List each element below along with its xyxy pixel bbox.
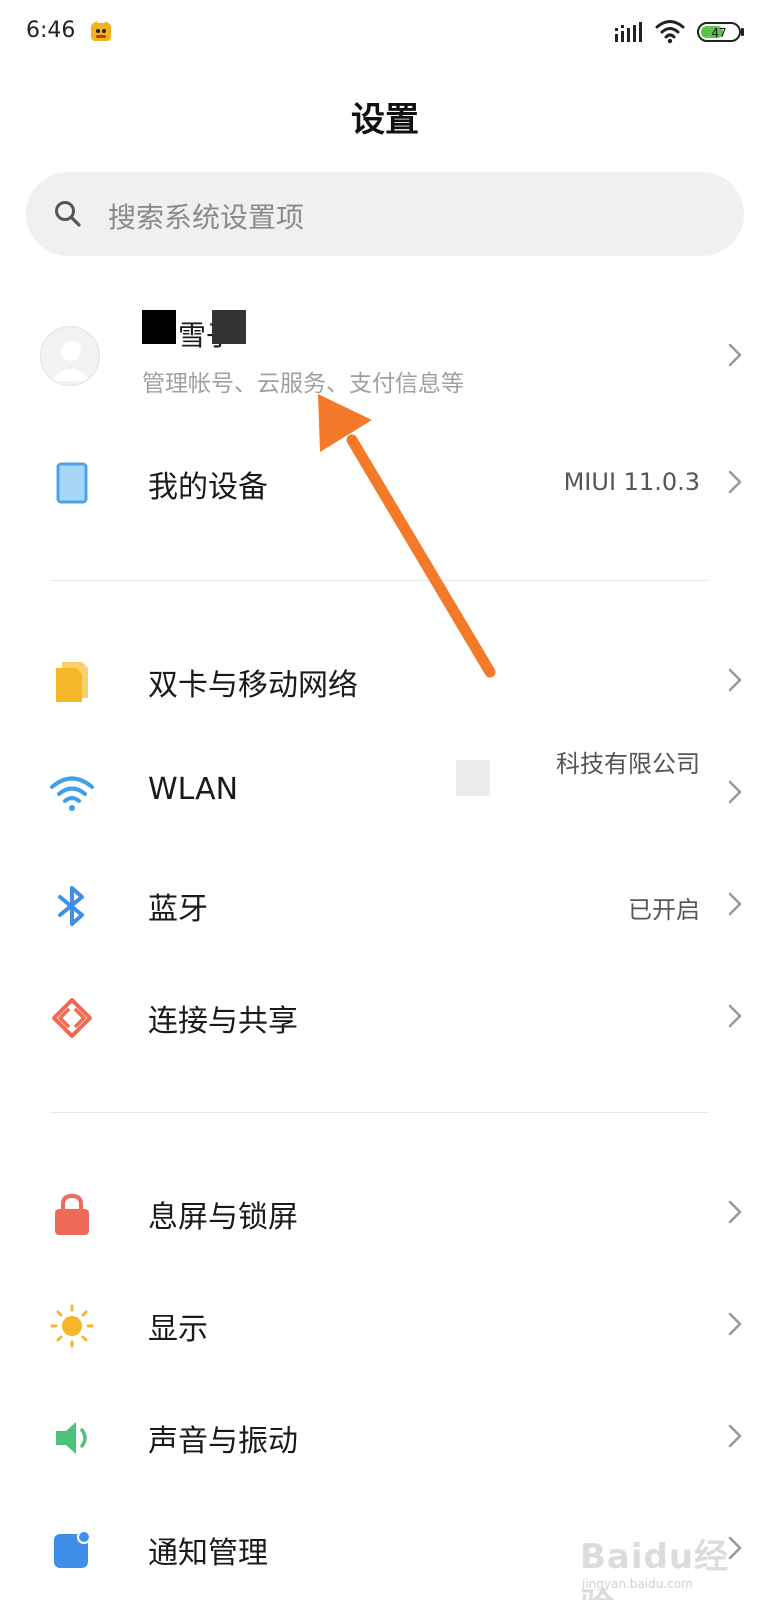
settings-item-label: 通知管理 (148, 1536, 268, 1571)
search-placeholder: 搜索系统设置项 (108, 201, 305, 234)
settings-item-label: WLAN (148, 772, 239, 807)
settings-item-label: 连接与共享 (148, 1004, 298, 1039)
settings-item-sound[interactable]: 声音与振动 (0, 1380, 770, 1492)
wifi-icon (655, 18, 685, 44)
lock-icon (50, 1192, 94, 1236)
redaction-block (212, 310, 246, 344)
signal-icon (614, 20, 646, 44)
settings-item-bluetooth[interactable]: 蓝牙 已开启 (0, 848, 770, 960)
watermark-url: jingyan.baidu.com (582, 1577, 693, 1591)
section-divider (50, 1112, 708, 1113)
settings-item-value: 已开启 (628, 896, 700, 924)
chevron-right-icon (726, 468, 744, 496)
settings-item-label: 息屏与锁屏 (148, 1200, 298, 1235)
redaction-block (456, 760, 490, 796)
settings-item-lock-screen[interactable]: 息屏与锁屏 (0, 1156, 770, 1268)
bluetooth-icon (50, 884, 94, 928)
settings-item-display[interactable]: 显示 (0, 1268, 770, 1380)
chevron-right-icon (726, 341, 744, 369)
account-name: 雪子 (142, 310, 252, 352)
settings-item-label: 我的设备 (148, 470, 268, 505)
avatar-icon (40, 326, 100, 386)
settings-item-my-device[interactable]: 我的设备 MIUI 11.0.3 (0, 426, 770, 538)
chevron-right-icon (726, 778, 744, 806)
battery-icon: 47 (697, 22, 745, 42)
section-divider (50, 580, 708, 581)
search-icon (52, 198, 84, 230)
status-bar: 6:46 47 (0, 0, 770, 64)
chevron-right-icon (726, 1422, 744, 1450)
share-icon (50, 996, 94, 1040)
search-input[interactable]: 搜索系统设置项 (26, 172, 744, 256)
battery-level: 47 (711, 26, 726, 40)
watermark: Baidu经验 jingyan.baidu.com (580, 1505, 760, 1600)
settings-item-connection-sharing[interactable]: 连接与共享 (0, 960, 770, 1072)
account-subtitle: 管理帐号、云服务、支付信息等 (142, 371, 464, 397)
status-time: 6:46 (26, 18, 76, 43)
chevron-right-icon (726, 890, 744, 918)
sun-icon (50, 1304, 94, 1348)
chevron-right-icon (726, 1002, 744, 1030)
chevron-right-icon (726, 666, 744, 694)
page-title: 设置 (351, 100, 419, 140)
settings-item-dual-sim[interactable]: 双卡与移动网络 (0, 624, 770, 736)
redaction-block (142, 310, 176, 344)
settings-item-label: 显示 (148, 1312, 208, 1347)
notification-icon (50, 1528, 94, 1572)
chevron-right-icon (726, 1198, 744, 1226)
settings-item-wlan[interactable]: WLAN 科技有限公司 (0, 736, 770, 848)
sim-icon (50, 660, 94, 704)
settings-item-label: 蓝牙 (148, 892, 208, 927)
settings-item-value: MIUI 11.0.3 (563, 468, 700, 496)
sound-icon (50, 1416, 94, 1460)
settings-item-label: 双卡与移动网络 (148, 668, 358, 703)
settings-item-value: 科技有限公司 (556, 750, 700, 778)
cat-app-icon (90, 20, 112, 42)
chevron-right-icon (726, 1310, 744, 1338)
wlan-icon (50, 772, 94, 816)
settings-item-label: 声音与振动 (148, 1424, 298, 1459)
account-row[interactable]: 雪子 管理帐号、云服务、支付信息等 (0, 290, 770, 420)
device-icon (50, 462, 94, 506)
